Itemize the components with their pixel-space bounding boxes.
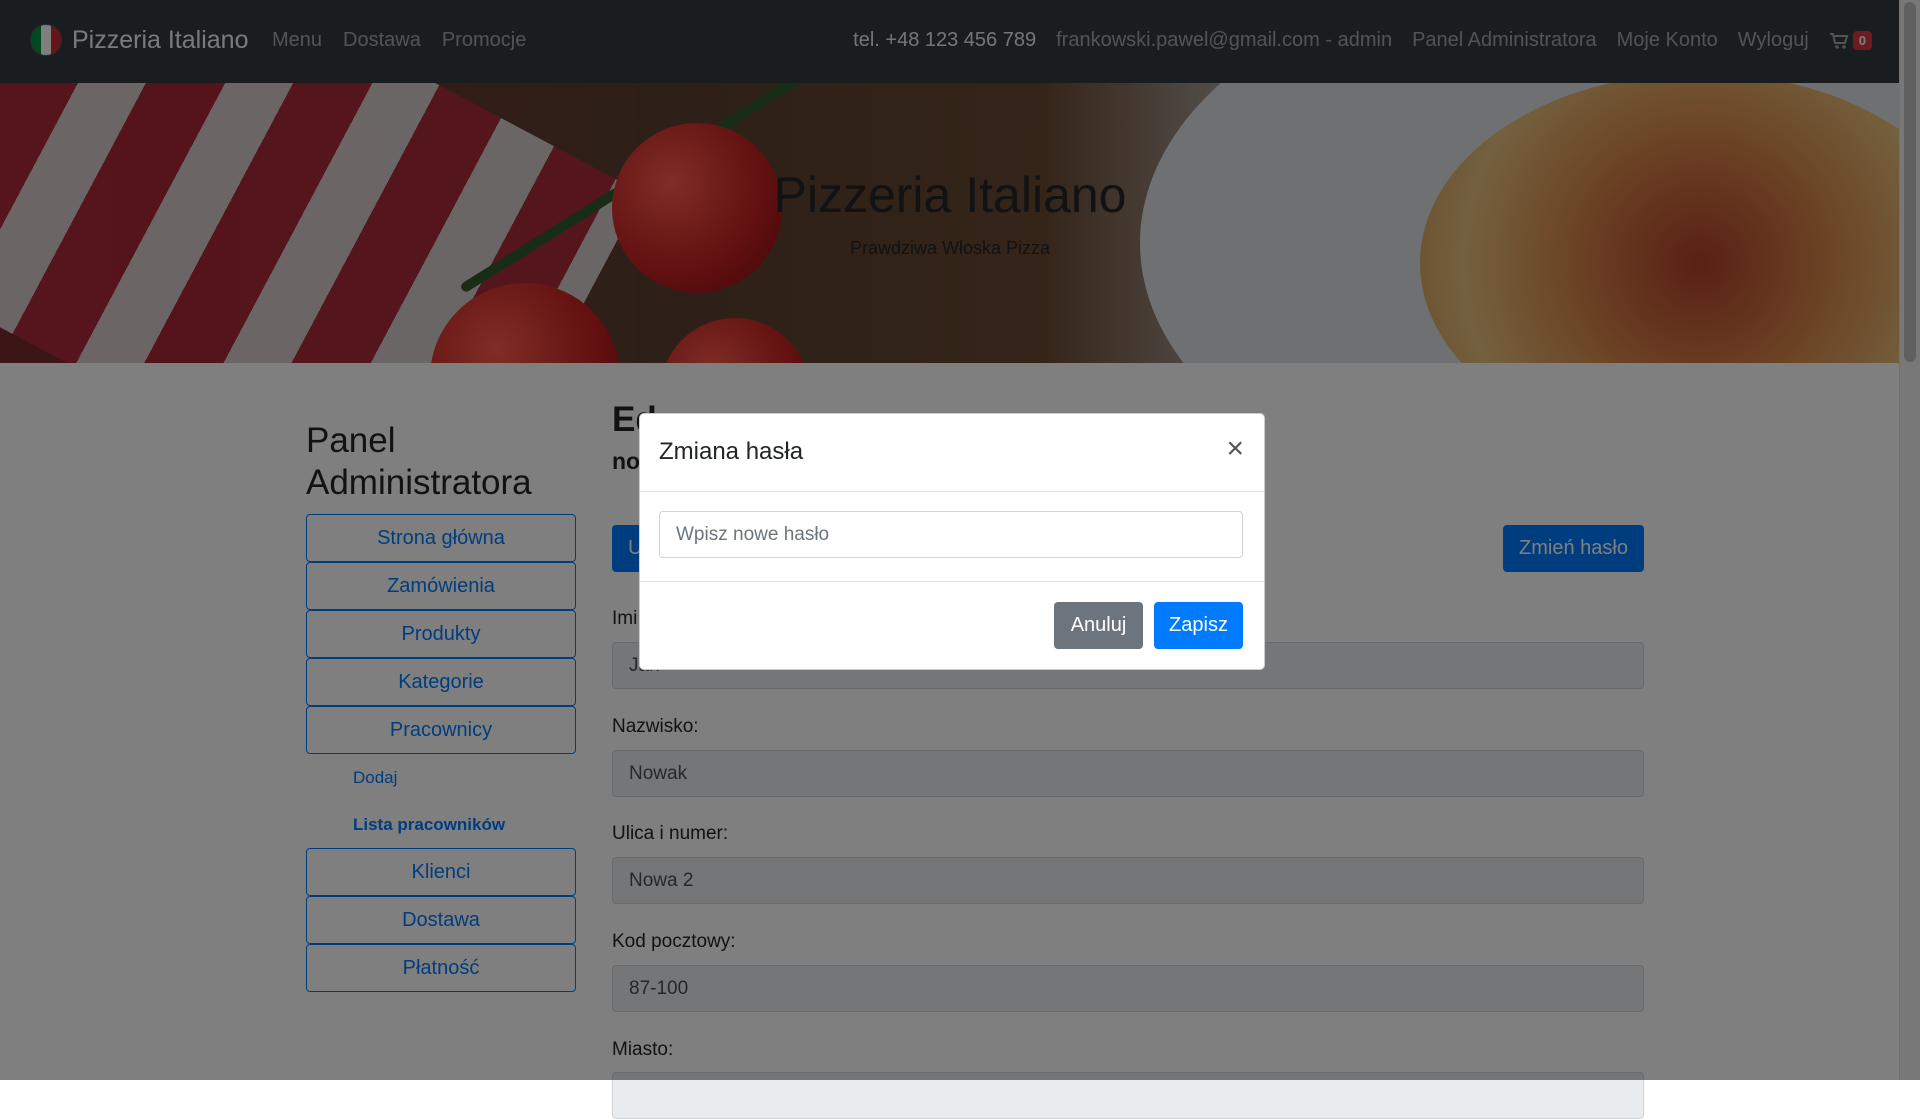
modal-title: Zmiana hasła bbox=[659, 438, 804, 465]
modal-header: Zmiana hasła × bbox=[640, 414, 1264, 492]
save-button[interactable]: Zapisz bbox=[1154, 602, 1243, 649]
modal-body: Wpisz nowe hasło bbox=[640, 492, 1264, 582]
close-icon[interactable]: × bbox=[1226, 434, 1244, 464]
modal-footer: Anuluj Zapisz bbox=[640, 582, 1264, 670]
cancel-button[interactable]: Anuluj bbox=[1054, 602, 1143, 649]
change-password-modal: Zmiana hasła × Wpisz nowe hasło Anuluj Z… bbox=[639, 413, 1265, 670]
new-password-input[interactable]: Wpisz nowe hasło bbox=[659, 511, 1243, 558]
